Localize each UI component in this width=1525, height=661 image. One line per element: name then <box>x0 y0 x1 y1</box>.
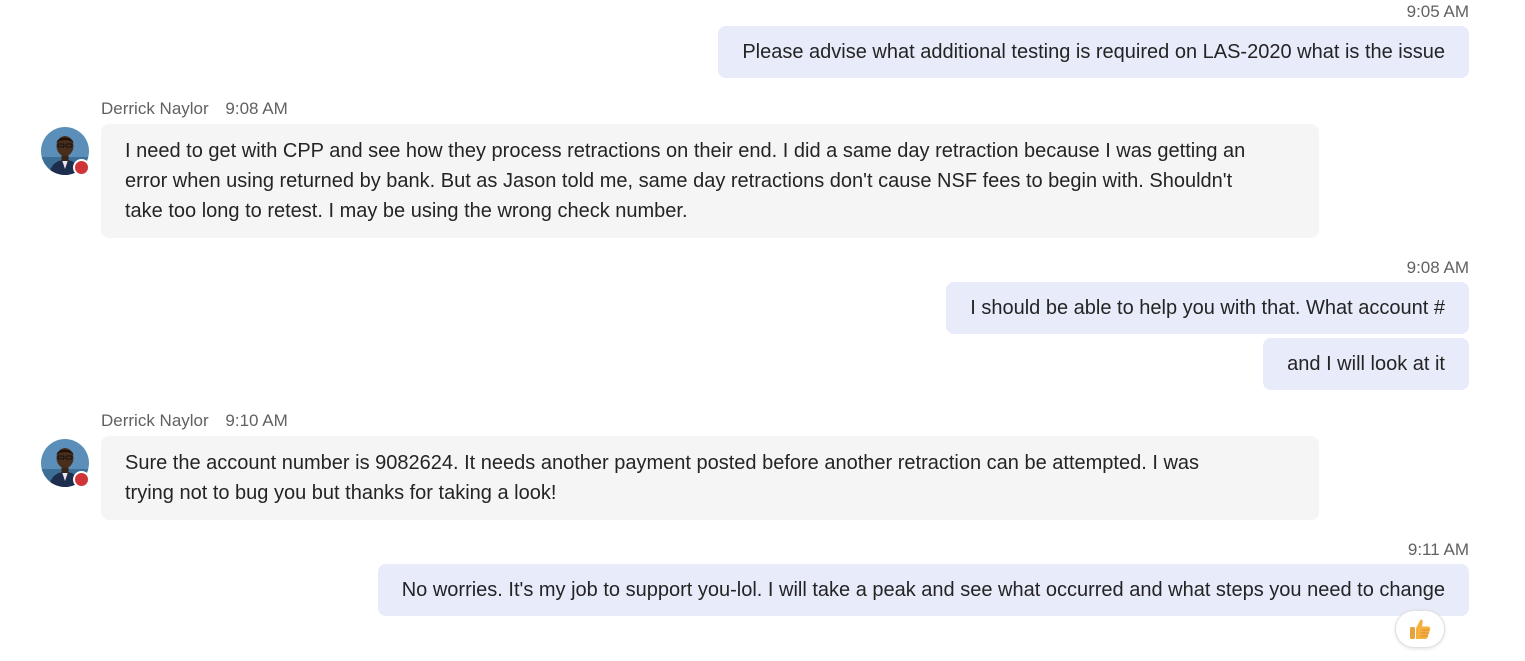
incoming-message-bubble[interactable]: I need to get with CPP and see how they … <box>101 124 1319 238</box>
message-text: and I will look at it <box>1287 353 1445 375</box>
message-text-line: trying not to bug you but thanks for tak… <box>125 482 557 504</box>
outgoing-message-bubble[interactable]: I should be able to help you with that. … <box>946 282 1469 334</box>
message-header: Derrick Naylor 9:10 AM <box>101 411 288 431</box>
message-text-line: error when using returned by bank. But a… <box>125 170 1233 192</box>
sender-name[interactable]: Derrick Naylor <box>101 411 209 430</box>
incoming-message-bubble[interactable]: Sure the account number is 9082624. It n… <box>101 436 1319 520</box>
presence-busy-icon <box>73 159 90 176</box>
message-text-line: take too long to retest. I may be using … <box>125 200 688 222</box>
presence-busy-icon <box>73 471 90 488</box>
message-timestamp: 9:05 AM <box>1406 2 1469 21</box>
outgoing-message-bubble[interactable]: Please advise what additional testing is… <box>718 26 1469 78</box>
message-text: Please advise what additional testing is… <box>742 41 1445 63</box>
message-text-line: Sure the account number is 9082624. It n… <box>125 452 1200 474</box>
like-thumbs-up-icon <box>1410 619 1431 639</box>
message-timestamp: 9:08 AM <box>1406 258 1469 277</box>
message-timestamp: 9:10 AM <box>225 411 288 430</box>
chat-message-list[interactable]: 9:05 AM Please advise what additional te… <box>0 0 1525 661</box>
message-text-line: I need to get with CPP and see how they … <box>125 140 1246 162</box>
outgoing-message-bubble[interactable]: and I will look at it <box>1263 338 1469 390</box>
message-timestamp: 9:08 AM <box>225 99 288 118</box>
reaction-badge[interactable] <box>1395 610 1445 648</box>
outgoing-message-bubble[interactable]: No worries. It's my job to support you-l… <box>377 564 1469 616</box>
avatar[interactable] <box>41 127 90 176</box>
message-header: Derrick Naylor 9:08 AM <box>101 99 288 119</box>
avatar[interactable] <box>41 439 90 488</box>
sender-name[interactable]: Derrick Naylor <box>101 99 209 118</box>
message-text: No worries. It's my job to support you-l… <box>401 579 1445 601</box>
message-timestamp: 9:11 AM <box>1407 540 1469 559</box>
message-text: I should be able to help you with that. … <box>970 297 1445 319</box>
